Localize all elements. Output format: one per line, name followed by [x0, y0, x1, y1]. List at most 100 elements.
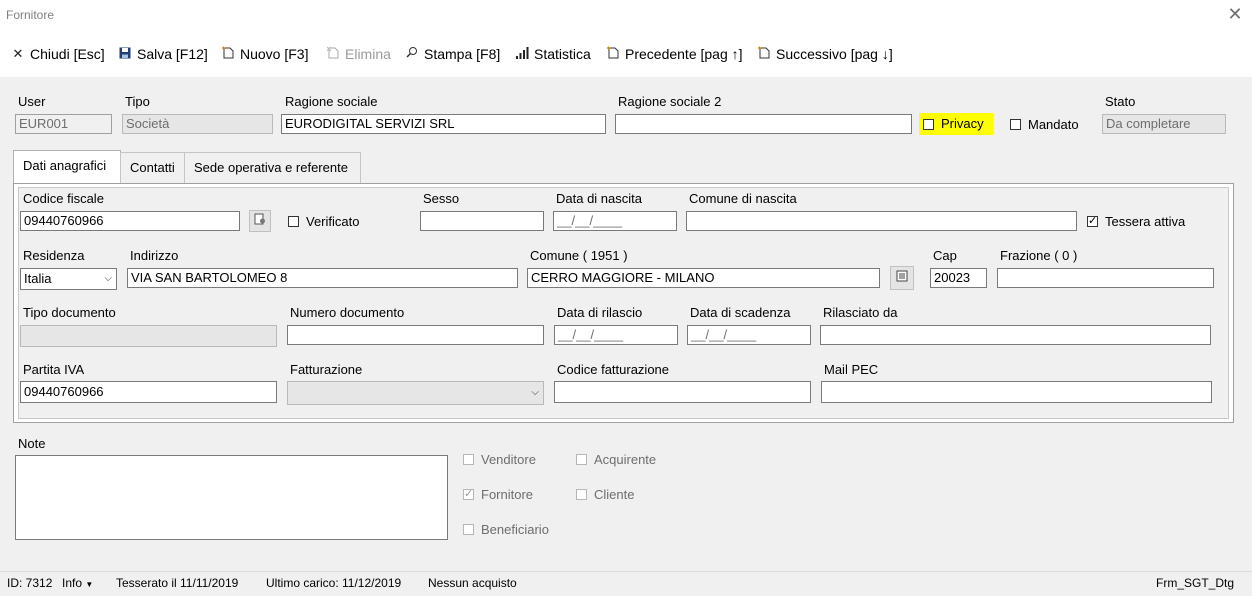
cap-label: Cap — [933, 248, 957, 263]
new-button[interactable]: Nuovo [F3] — [221, 44, 308, 64]
tipo-documento-field[interactable] — [20, 325, 277, 347]
close-button[interactable]: ✕ Chiudi [Esc] — [11, 44, 105, 64]
window-close-icon[interactable]: ✕ — [1226, 4, 1244, 24]
ultimo-carico-status: Ultimo carico: 11/12/2019 — [266, 576, 402, 590]
caret-down-icon: ▼ — [85, 580, 94, 589]
codice-fatturazione-field[interactable] — [554, 381, 811, 403]
chevron-down-icon: ⌵ — [104, 273, 112, 284]
data-nascita-label: Data di nascita — [556, 191, 642, 206]
frazione-field[interactable] — [997, 268, 1214, 288]
tab-dati-anagrafici[interactable]: Dati anagrafici — [13, 150, 121, 183]
tesserato-status: Tesserato il 11/11/2019 — [116, 576, 239, 590]
mandato-label: Mandato — [1028, 117, 1079, 132]
cliente-checkbox[interactable] — [576, 489, 587, 500]
next-button-label: Successivo [pag ↓] — [776, 46, 893, 62]
frazione-label: Frazione ( 0 ) — [1000, 248, 1078, 263]
rilasciato-da-field[interactable] — [820, 325, 1211, 345]
note-textarea[interactable] — [15, 455, 448, 540]
residenza-value: Italia — [24, 271, 52, 286]
close-icon: ✕ — [12, 46, 24, 61]
tab-sede-operativa[interactable]: Sede operativa e referente — [184, 152, 361, 183]
previous-button-label: Precedente [pag ↑] — [625, 46, 743, 62]
delete-button[interactable]: Elimina — [326, 44, 391, 64]
codice-fatturazione-label: Codice fatturazione — [557, 362, 670, 377]
stato-field[interactable]: Da completare — [1102, 114, 1226, 134]
cap-field[interactable]: 20023 — [930, 268, 987, 288]
comune-nascita-field[interactable] — [686, 211, 1077, 231]
ragione-sociale-2-label: Ragione sociale 2 — [618, 94, 722, 109]
next-page-icon — [757, 46, 771, 62]
tessera-attiva-checkbox[interactable]: ✓ — [1087, 216, 1098, 227]
mail-pec-field[interactable] — [821, 381, 1212, 403]
verificato-checkbox[interactable] — [288, 216, 299, 227]
codice-fiscale-field[interactable]: 09440760966 — [20, 211, 240, 231]
form-name: Frm_SGT_Dtg — [1156, 576, 1235, 590]
comune-nascita-label: Comune di nascita — [689, 191, 797, 206]
comune-field[interactable]: CERRO MAGGIORE - MILANO — [527, 268, 880, 288]
verificato-label: Verificato — [306, 214, 360, 229]
residenza-select[interactable]: Italia ⌵ — [20, 268, 117, 290]
save-button[interactable]: Salva [F12] — [118, 44, 208, 64]
indirizzo-field[interactable]: VIA SAN BARTOLOMEO 8 — [127, 268, 518, 288]
new-button-label: Nuovo [F3] — [240, 46, 309, 62]
data-rilascio-field[interactable]: __/__/____ — [554, 325, 678, 345]
status-bar: ID: 7312 Info ▼ Tesserato il 11/11/2019 … — [0, 571, 1252, 594]
ragione-sociale-field[interactable]: EURODIGITAL SERVIZI SRL — [281, 114, 606, 134]
data-scadenza-field[interactable]: __/__/____ — [687, 325, 811, 345]
tipo-label: Tipo — [125, 94, 150, 109]
fornitore-label: Fornitore — [481, 487, 534, 502]
numero-documento-label: Numero documento — [290, 305, 405, 320]
fatturazione-label: Fatturazione — [290, 362, 363, 377]
indirizzo-label: Indirizzo — [130, 248, 179, 263]
sesso-field[interactable] — [420, 211, 544, 231]
print-button-label: Stampa [F8] — [424, 46, 501, 62]
tipo-field[interactable]: Società — [122, 114, 273, 134]
save-button-label: Salva [F12] — [137, 46, 208, 62]
fornitore-checkbox[interactable]: ✓ — [463, 489, 474, 500]
new-document-icon — [221, 46, 235, 62]
toolbar: ✕ Chiudi [Esc] Salva [F12] Nuovo [F3] El… — [0, 30, 1252, 77]
floppy-icon — [118, 47, 132, 62]
close-button-label: Chiudi [Esc] — [30, 46, 105, 62]
stats-button-label: Statistica — [534, 46, 591, 62]
privacy-checkbox-box[interactable] — [923, 119, 934, 130]
info-dropdown[interactable]: Info ▼ — [62, 576, 93, 590]
window-title: Fornitore — [6, 8, 55, 22]
info-label: Info — [62, 576, 83, 590]
partita-iva-field[interactable]: 09440760966 — [20, 381, 277, 403]
data-nascita-field[interactable]: __/__/____ — [553, 211, 677, 231]
next-button[interactable]: Successivo [pag ↓] — [757, 44, 893, 64]
numero-documento-field[interactable] — [287, 325, 544, 345]
search-print-icon — [405, 46, 419, 62]
chevron-down-icon: ⌵ — [531, 387, 539, 398]
privacy-checkbox[interactable]: Privacy — [919, 113, 994, 135]
ragione-sociale-2-field[interactable] — [615, 114, 912, 134]
residenza-label: Residenza — [23, 248, 85, 263]
acquisti-status: Nessun acquisto — [428, 576, 517, 590]
tipo-documento-label: Tipo documento — [23, 305, 116, 320]
previous-button[interactable]: Precedente [pag ↑] — [606, 44, 743, 64]
mail-pec-label: Mail PEC — [824, 362, 879, 377]
codice-fiscale-calc-button[interactable] — [249, 210, 271, 232]
sesso-label: Sesso — [423, 191, 460, 206]
print-button[interactable]: Stampa [F8] — [405, 44, 500, 64]
acquirente-label: Acquirente — [594, 452, 657, 467]
ragione-sociale-label: Ragione sociale — [285, 94, 378, 109]
delete-icon — [326, 46, 340, 62]
comune-lookup-button[interactable] — [890, 266, 914, 290]
acquirente-checkbox[interactable] — [576, 454, 587, 465]
cliente-label: Cliente — [594, 487, 635, 502]
calculator-icon — [254, 213, 266, 228]
beneficiario-checkbox[interactable] — [463, 524, 474, 535]
mandato-checkbox[interactable] — [1010, 119, 1021, 130]
record-id: ID: 7312 — [7, 576, 53, 590]
previous-page-icon — [606, 46, 620, 62]
user-field[interactable]: EUR001 — [15, 114, 112, 134]
stats-button[interactable]: Statistica — [515, 44, 591, 64]
fatturazione-select[interactable]: ⌵ — [287, 381, 544, 405]
codice-fiscale-label: Codice fiscale — [23, 191, 104, 206]
partita-iva-label: Partita IVA — [23, 362, 85, 377]
venditore-checkbox[interactable] — [463, 454, 474, 465]
delete-button-label: Elimina — [345, 46, 391, 62]
note-label: Note — [18, 436, 46, 451]
